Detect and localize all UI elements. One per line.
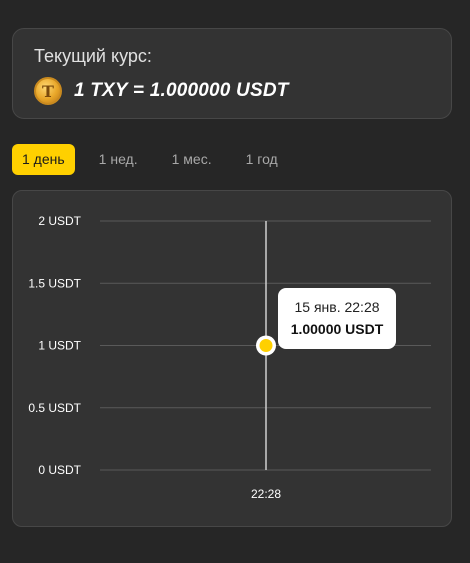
y-tick-label: 1 USDT <box>38 339 81 353</box>
chart-tooltip: 15 янв. 22:28 1.00000 USDT <box>278 288 396 349</box>
x-tick-label: 22:28 <box>251 487 281 501</box>
y-tick-label: 0 USDT <box>38 463 81 477</box>
y-tick-label: 0.5 USDT <box>28 401 81 415</box>
y-tick-label: 1.5 USDT <box>28 276 81 290</box>
data-point <box>259 339 273 352</box>
rate-chart: 2 USDT 1.5 USDT 1 USDT 0.5 USDT 0 USDT 22:28 <box>28 214 431 501</box>
tooltip-value: 1.00000 USDT <box>290 321 384 337</box>
y-tick-label: 2 USDT <box>38 214 81 228</box>
tooltip-date: 15 янв. 22:28 <box>294 299 380 315</box>
